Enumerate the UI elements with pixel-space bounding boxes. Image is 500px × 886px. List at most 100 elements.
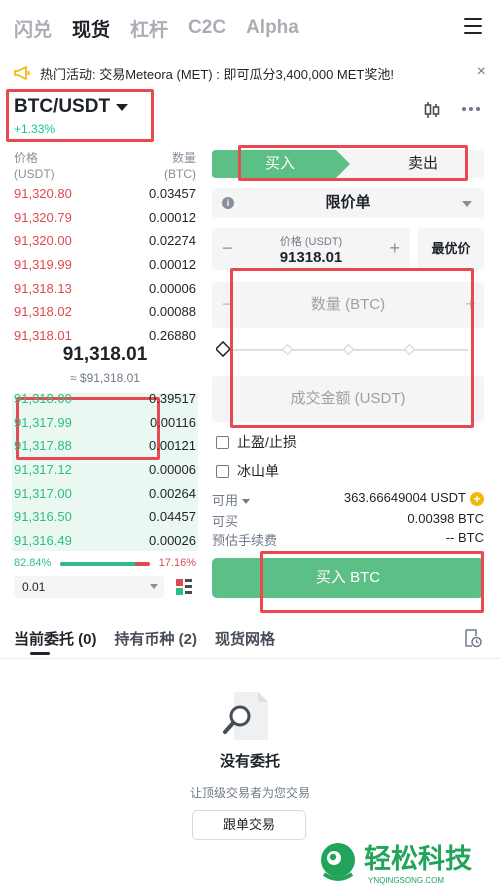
price-input-label: 价格 (USDT)	[279, 236, 343, 248]
top-nav: 闪兑 现货 杠杆 C2C Alpha	[0, 0, 500, 56]
bid-row[interactable]: 91,317.99 0.00116	[14, 411, 196, 435]
can-buy-row: 可买 0.00398 BTC	[212, 511, 484, 529]
bid-qty: 0.00264	[149, 485, 196, 501]
checkbox-icon[interactable]	[216, 435, 229, 449]
iceberg-checkbox[interactable]: 冰山单	[216, 461, 279, 481]
bid-row[interactable]: 91,316.50 0.04457	[14, 505, 196, 529]
slider-step-75[interactable]	[403, 343, 416, 356]
ask-qty: 0.00012	[149, 257, 196, 273]
ask-row[interactable]: 91,320.79 0.00012	[14, 206, 196, 230]
deposit-plus-icon[interactable]: +	[470, 491, 484, 506]
depth-precision-select[interactable]: 0.01	[14, 576, 164, 598]
bid-row[interactable]: 91,318.00 0.39517	[14, 387, 196, 411]
buy-ratio: 82.84%	[14, 557, 52, 569]
sell-ratio: 17.16%	[158, 557, 196, 569]
candlestick-chart-icon[interactable]	[422, 100, 442, 120]
fee-row: 预估手续费 -- BTC	[212, 530, 484, 548]
bid-qty: 0.00026	[149, 532, 196, 548]
ask-price: 91,318.01	[14, 327, 72, 343]
buy-btc-button[interactable]: 买入 BTC	[212, 558, 484, 598]
bid-price: 91,317.88	[14, 438, 72, 454]
more-icon[interactable]	[462, 107, 480, 111]
watermark-logo: 轻松科技 YNQINGSONG.COM	[321, 843, 472, 885]
chevron-down-icon[interactable]	[242, 499, 251, 505]
ratio-bar-buy-fill	[60, 562, 135, 566]
tab-spot[interactable]: 现货	[72, 15, 110, 42]
pair-selector[interactable]: BTC/USDT +1.33%	[14, 96, 129, 136]
tab-buy[interactable]: 买入	[212, 150, 348, 178]
tpsl-checkbox[interactable]: 止盈/止损	[216, 432, 297, 452]
qty-increment-button[interactable]: +	[465, 294, 476, 315]
ask-qty: 0.00012	[149, 209, 196, 225]
last-price[interactable]: 91,318.01	[14, 344, 196, 366]
price-increment-button[interactable]: +	[389, 238, 400, 259]
watermark-url: YNQINGSONG.COM	[368, 876, 444, 885]
menu-icon[interactable]	[464, 18, 482, 34]
copy-trading-button[interactable]: 跟单交易	[192, 810, 306, 840]
slider-thumb[interactable]	[216, 340, 232, 358]
chevron-down-icon	[150, 584, 158, 589]
ask-row[interactable]: 91,318.13 0.00006	[14, 276, 196, 300]
bid-price: 91,316.50	[14, 509, 72, 525]
best-price-button[interactable]: 最优价	[418, 228, 484, 270]
tab-c2c[interactable]: C2C	[188, 17, 226, 39]
info-icon[interactable]: i	[222, 197, 234, 209]
bid-qty: 0.04457	[149, 509, 196, 525]
bid-row[interactable]: 91,316.49 0.00026	[14, 529, 196, 553]
close-icon[interactable]: ×	[477, 63, 486, 81]
order-history-icon[interactable]	[462, 628, 482, 648]
bids-list: 91,318.00 0.39517 91,317.99 0.00116 91,317…	[14, 387, 196, 552]
quantity-input[interactable]: − 数量 (BTC) +	[212, 282, 484, 328]
amount-input[interactable]: 成交金额 (USDT)	[212, 376, 484, 422]
active-tab-indicator	[30, 652, 50, 655]
available-value: 363.66649004 USDT	[343, 490, 466, 505]
empty-state-subtitle: 让顶级交易者为您交易	[189, 786, 310, 800]
bid-price: 91,317.00	[14, 485, 72, 501]
ask-price: 91,320.00	[14, 233, 72, 249]
tab-margin[interactable]: 杠杆	[130, 15, 168, 42]
price-label: 价格	[14, 151, 39, 165]
price-input-value[interactable]: 91318.01	[212, 249, 410, 266]
tab-flash-swap[interactable]: 闪兑	[14, 15, 52, 42]
divider	[0, 658, 500, 659]
available-balance-row: 可用 363.66649004 USDT +	[212, 490, 484, 508]
checkbox-icon[interactable]	[216, 464, 229, 478]
ask-price: 91,320.79	[14, 209, 72, 225]
slider-step-50[interactable]	[342, 343, 355, 356]
tab-holdings[interactable]: 持有币种 (2)	[115, 628, 198, 649]
ask-row[interactable]: 91,319.99 0.00012	[14, 253, 196, 277]
bid-row[interactable]: 91,317.88 0.00121	[14, 434, 196, 458]
ask-qty: 0.00088	[149, 304, 196, 320]
qty-label: 数量	[171, 151, 196, 165]
announcement-bar[interactable]: 热门活动: 交易Meteora (MET) : 即可瓜分3,400,000 ME…	[0, 60, 500, 86]
megaphone-icon	[14, 66, 30, 80]
tab-alpha[interactable]: Alpha	[246, 17, 299, 39]
ask-row[interactable]: 91,318.02 0.00088	[14, 300, 196, 324]
bid-qty: 0.00121	[149, 438, 196, 454]
orders-tabs: 当前委托 (0) 持有币种 (2) 现货网格	[14, 628, 275, 649]
tab-sell[interactable]: 卖出	[362, 150, 484, 178]
can-buy-label: 可买	[212, 514, 239, 529]
empty-document-search-icon	[223, 692, 268, 740]
ask-price: 91,319.99	[14, 257, 72, 273]
price-input[interactable]: − 价格 (USDT) 91318.01 +	[212, 228, 410, 270]
ask-qty: 0.00006	[149, 280, 196, 296]
ask-price: 91,318.02	[14, 304, 72, 320]
ask-row[interactable]: 91,320.00 0.02274	[14, 229, 196, 253]
ask-row[interactable]: 91,320.80 0.03457	[14, 182, 196, 206]
last-price-fiat: ≈ $91,318.01	[70, 371, 140, 385]
tpsl-label: 止盈/止损	[237, 434, 297, 450]
amount-slider[interactable]	[216, 340, 472, 360]
order-type-select[interactable]: i 限价单	[212, 188, 484, 218]
slider-step-25[interactable]	[281, 343, 294, 356]
bid-row[interactable]: 91,317.12 0.00006	[14, 458, 196, 482]
ask-qty: 0.02274	[149, 233, 196, 249]
bid-price: 91,318.00	[14, 391, 72, 407]
tab-open-orders[interactable]: 当前委托 (0)	[14, 628, 97, 649]
bid-row[interactable]: 91,317.00 0.00264	[14, 481, 196, 505]
empty-state-title: 没有委托	[219, 753, 280, 770]
tab-spot-grid[interactable]: 现货网格	[215, 628, 275, 649]
orderbook-layout-icon[interactable]	[175, 578, 193, 596]
buy-sell-toggle: 买入 卖出	[212, 150, 484, 178]
fee-label: 预估手续费	[212, 533, 278, 548]
